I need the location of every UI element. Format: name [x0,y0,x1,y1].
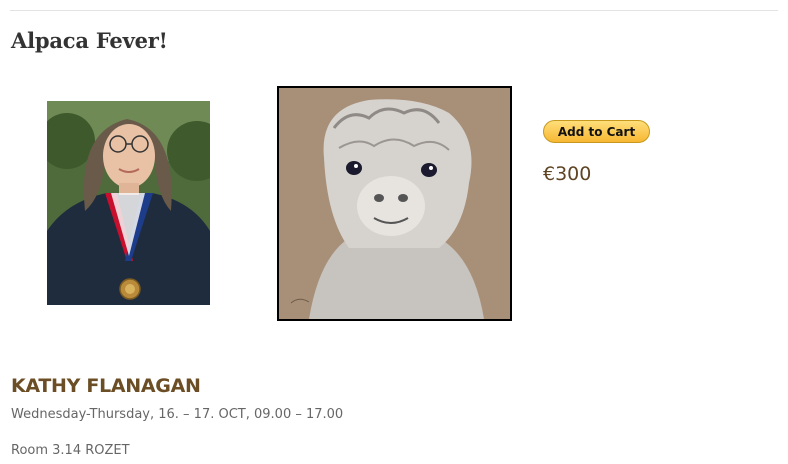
artist-name: KATHY FLANAGAN [11,375,201,397]
event-room: Room 3.14 ROZET [11,443,130,458]
top-divider [10,10,778,11]
product-page: Alpaca Fever! Add to Cart €300 KATHY FLA… [0,0,788,464]
product-title: Alpaca Fever! [11,28,168,53]
artist-portrait-image [47,101,210,305]
add-to-cart-button[interactable]: Add to Cart [543,120,650,143]
artwork-image[interactable] [277,86,512,321]
price: €300 [543,163,592,185]
event-schedule: Wednesday-Thursday, 16. – 17. OCT, 09.00… [11,407,344,422]
